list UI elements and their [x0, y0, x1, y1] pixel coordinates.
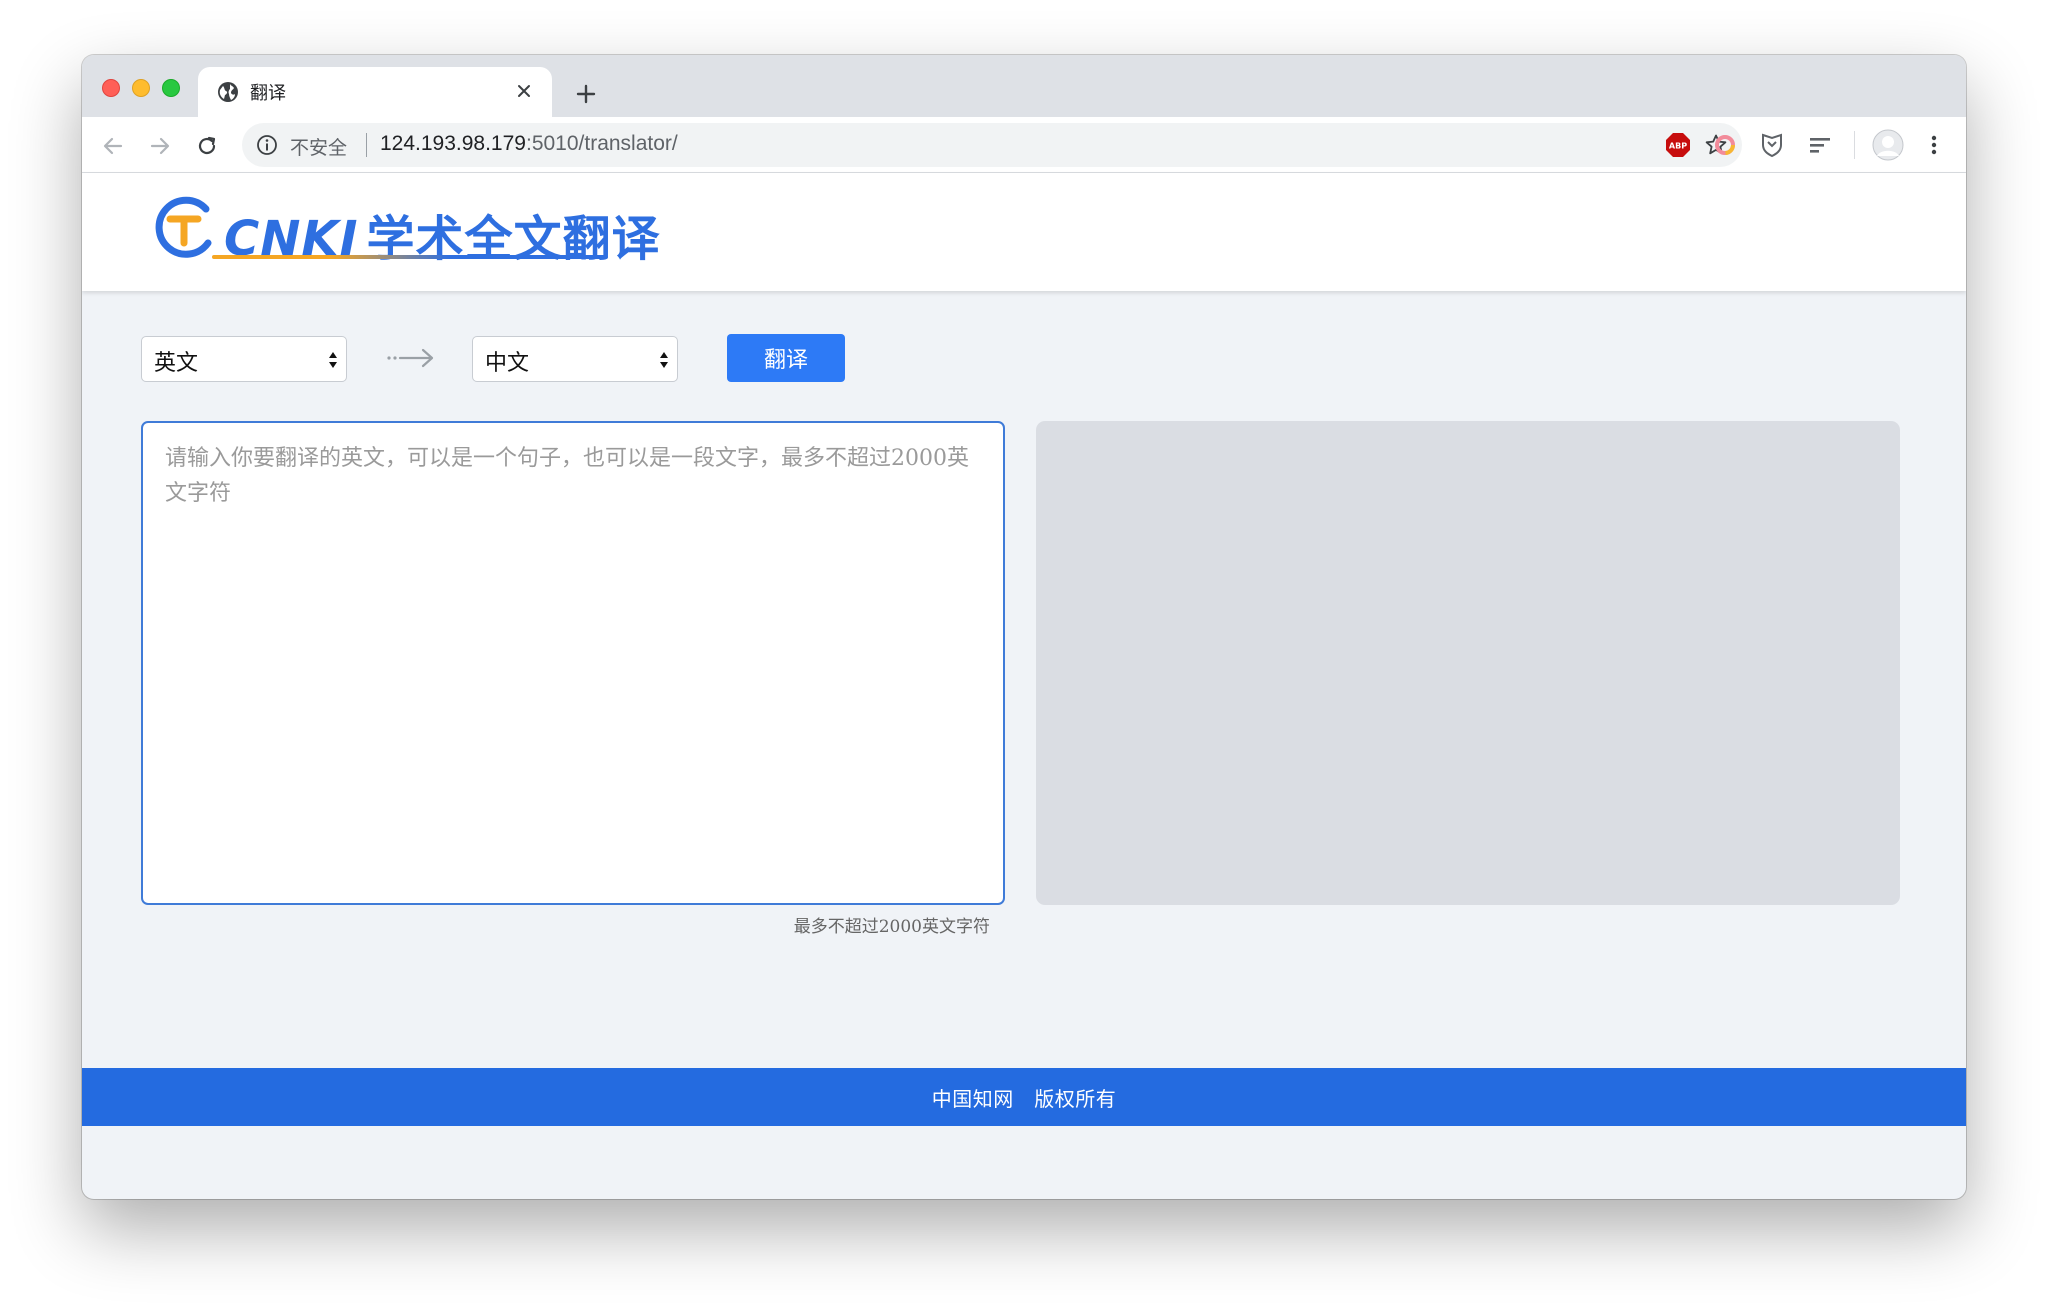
info-icon[interactable] [256, 134, 278, 156]
address-separator [366, 133, 367, 157]
tab-title: 翻译 [250, 83, 286, 104]
target-language-value: 中文 [485, 351, 530, 376]
page-header: CNKI 学术全文翻译 [82, 173, 1966, 291]
tab-strip: 翻译 [82, 55, 1966, 117]
forward-arrow-icon[interactable] [143, 129, 177, 163]
direction-arrow-icon [387, 348, 434, 368]
url-text[interactable]: 124.193.98.179:5010/translator/ [380, 132, 678, 156]
cnki-logo-icon [155, 196, 212, 258]
url-path: :5010/translator/ [525, 132, 678, 155]
logo-underline [212, 255, 608, 259]
close-window-button[interactable] [102, 79, 120, 97]
source-language-value: 英文 [154, 351, 199, 376]
source-text-input[interactable] [141, 421, 1005, 905]
source-language-select[interactable]: 英文 [141, 336, 347, 382]
char-limit-note: 最多不超过2000英文字符 [793, 917, 990, 937]
select-arrows-icon [660, 352, 668, 368]
url-host: 124.193.98.179 [380, 132, 526, 155]
toolbar-separator [1854, 131, 1855, 159]
minimize-window-button[interactable] [132, 79, 150, 97]
browser-window: 翻译 不安全 124.193.98.179:5010/translator/ A… [82, 55, 1966, 1199]
security-label: 不安全 [290, 137, 348, 159]
new-tab-button[interactable] [569, 77, 603, 111]
translation-result-panel [1036, 421, 1900, 905]
globe-icon [218, 82, 238, 102]
ring-extension-icon[interactable] [1711, 131, 1739, 159]
reload-icon[interactable] [190, 129, 224, 163]
browser-tab[interactable]: 翻译 [198, 67, 552, 117]
select-arrows-icon [329, 352, 337, 368]
cnki-logo[interactable]: CNKI 学术全文翻译 [152, 193, 659, 267]
target-language-select[interactable]: 中文 [472, 336, 678, 382]
browser-menu-icon[interactable] [1920, 131, 1948, 159]
page-footer: 中国知网 版权所有 [82, 1068, 1966, 1126]
tab-close-icon[interactable] [510, 77, 538, 105]
browser-toolbar: 不安全 124.193.98.179:5010/translator/ ABP [82, 117, 1966, 173]
list-extension-icon[interactable] [1806, 131, 1834, 159]
profile-avatar-icon[interactable] [1872, 129, 1904, 161]
svg-text:ABP: ABP [1669, 142, 1687, 151]
shield-extension-icon[interactable] [1758, 131, 1786, 159]
footer-copyright: 中国知网 版权所有 [931, 1086, 1117, 1111]
back-arrow-icon[interactable] [96, 129, 130, 163]
adblock-plus-icon[interactable]: ABP [1664, 131, 1692, 159]
address-bar[interactable]: 不安全 124.193.98.179:5010/translator/ [242, 123, 1742, 167]
zoom-window-button[interactable] [162, 79, 180, 97]
translate-button[interactable]: 翻译 [727, 334, 845, 382]
